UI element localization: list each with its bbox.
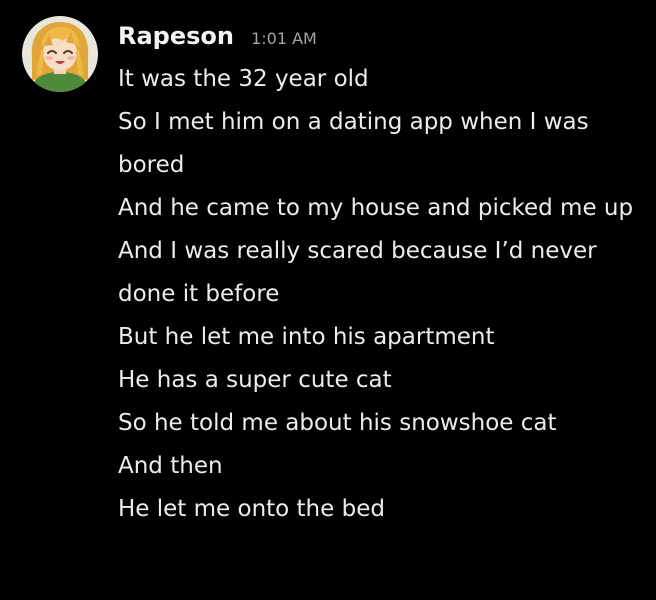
message-text: But he let me into his apartment <box>118 324 495 350</box>
message-list: It was the 32 year old So I met him on a… <box>118 58 638 531</box>
username[interactable]: Rapeson <box>118 22 234 50</box>
anime-girl-avatar-icon <box>22 16 98 92</box>
message-text: It was the 32 year old <box>118 66 369 92</box>
message-text: And then <box>118 453 223 479</box>
user-avatar[interactable] <box>22 16 98 92</box>
message-text: So I met him on a dating app when I was … <box>118 109 589 178</box>
message-header: Rapeson 1:01 AM <box>118 22 317 58</box>
message-text: He let me onto the bed <box>118 496 385 522</box>
message-text: And I was really scared because I’d neve… <box>118 238 597 307</box>
timestamp: 1:01 AM <box>251 29 317 48</box>
message-text: He has a super cute cat <box>118 367 392 393</box>
message-text: And he came to my house and picked me up <box>118 195 634 221</box>
message-group: Rapeson 1:01 AM It was the 32 year old S… <box>0 0 656 600</box>
message-text: So he told me about his snowshoe cat <box>118 410 557 436</box>
